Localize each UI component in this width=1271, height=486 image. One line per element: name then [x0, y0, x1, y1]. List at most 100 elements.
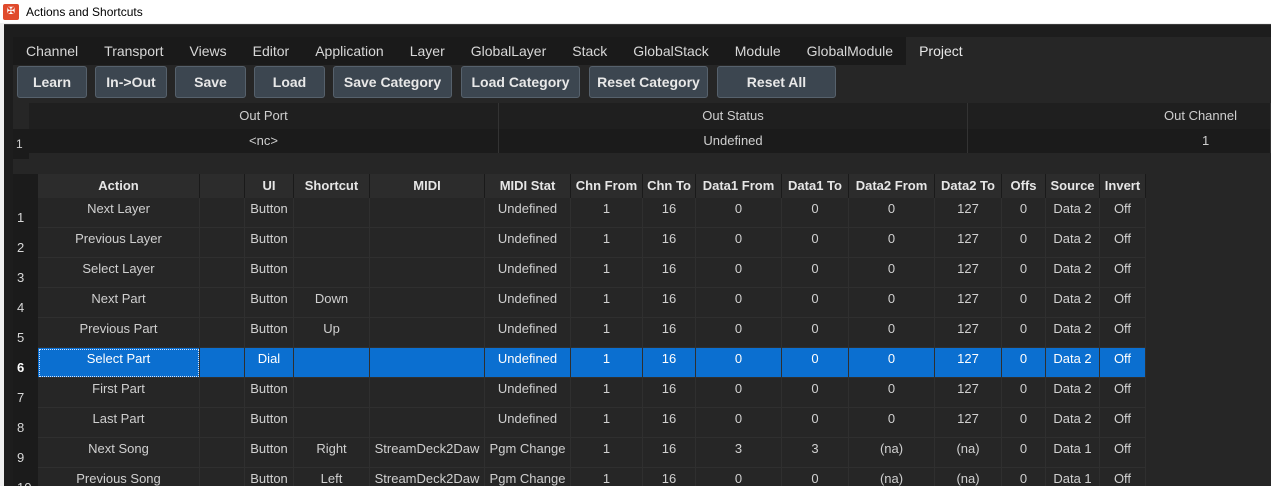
- cell-d1-to[interactable]: 0: [782, 318, 849, 348]
- cell-source[interactable]: Data 2: [1046, 228, 1100, 258]
- cell-action[interactable]: Select Layer: [38, 258, 200, 288]
- tab-globalmodule[interactable]: GlobalModule: [793, 37, 907, 65]
- table-row[interactable]: 6 Select Part Dial Undefined 1 16 0 0 0 127 0 Data …: [13, 348, 1146, 378]
- cell-d1-from[interactable]: 0: [696, 228, 782, 258]
- cell-source[interactable]: Data 2: [1046, 288, 1100, 318]
- reset-category-button[interactable]: Reset Category: [589, 66, 708, 98]
- out-status-cell[interactable]: Undefined: [499, 129, 968, 153]
- cell-midi[interactable]: [370, 378, 485, 408]
- cell-blank[interactable]: [200, 198, 245, 228]
- cell-d2-to[interactable]: 127: [935, 378, 1002, 408]
- cell-d2-to[interactable]: 127: [935, 348, 1002, 378]
- cell-invert[interactable]: Off: [1100, 198, 1146, 228]
- cell-shortcut[interactable]: [294, 348, 370, 378]
- cell-d1-to[interactable]: 0: [782, 258, 849, 288]
- learn-button[interactable]: Learn: [17, 66, 87, 98]
- cell-d2-to[interactable]: 127: [935, 318, 1002, 348]
- cell-chn-to[interactable]: 16: [643, 408, 696, 438]
- table-row[interactable]: 3 Select Layer Button Undefined 1 16 0 0 0 127 0 Da…: [13, 258, 1146, 288]
- cell-d2-to[interactable]: 127: [935, 228, 1002, 258]
- cell-d2-to[interactable]: 127: [935, 258, 1002, 288]
- cell-d2-to[interactable]: 127: [935, 288, 1002, 318]
- cell-chn-to[interactable]: 16: [643, 348, 696, 378]
- out-channel-header[interactable]: Out Channel: [968, 103, 1271, 129]
- cell-chn-to[interactable]: 16: [643, 468, 696, 486]
- cell-chn-from[interactable]: 1: [571, 318, 643, 348]
- reset-all-button[interactable]: Reset All: [717, 66, 836, 98]
- cell-action[interactable]: Previous Layer: [38, 228, 200, 258]
- column-header-action[interactable]: Action: [38, 174, 200, 198]
- cell-action[interactable]: Previous Part: [38, 318, 200, 348]
- cell-midi-stat[interactable]: Pgm Change: [485, 438, 571, 468]
- cell-d1-from[interactable]: 0: [696, 348, 782, 378]
- cell-offs[interactable]: 0: [1002, 318, 1046, 348]
- cell-d1-to[interactable]: 3: [782, 438, 849, 468]
- cell-ui[interactable]: Button: [245, 468, 294, 486]
- cell-d2-to[interactable]: 127: [935, 198, 1002, 228]
- cell-d2-from[interactable]: (na): [849, 468, 935, 486]
- cell-chn-from[interactable]: 1: [571, 408, 643, 438]
- cell-d2-from[interactable]: (na): [849, 438, 935, 468]
- cell-source[interactable]: Data 1: [1046, 468, 1100, 486]
- cell-midi[interactable]: [370, 198, 485, 228]
- cell-d1-to[interactable]: 0: [782, 228, 849, 258]
- cell-chn-to[interactable]: 16: [643, 318, 696, 348]
- cell-midi-stat[interactable]: Pgm Change: [485, 468, 571, 486]
- tab-stack[interactable]: Stack: [559, 37, 621, 65]
- cell-d1-to[interactable]: 0: [782, 408, 849, 438]
- table-row[interactable]: 9 Next Song Button Right StreamDeck2Daw Pgm C…: [13, 438, 1146, 468]
- cell-shortcut[interactable]: [294, 228, 370, 258]
- cell-d2-from[interactable]: 0: [849, 348, 935, 378]
- cell-d1-to[interactable]: 0: [782, 468, 849, 486]
- cell-midi-stat[interactable]: Undefined: [485, 318, 571, 348]
- cell-shortcut[interactable]: [294, 378, 370, 408]
- cell-midi[interactable]: [370, 288, 485, 318]
- cell-chn-from[interactable]: 1: [571, 288, 643, 318]
- tab-views[interactable]: Views: [176, 37, 240, 65]
- cell-d1-from[interactable]: 3: [696, 438, 782, 468]
- column-header-d2-to[interactable]: Data2 To: [935, 174, 1002, 198]
- cell-invert[interactable]: Off: [1100, 318, 1146, 348]
- column-header-d1-from[interactable]: Data1 From: [696, 174, 782, 198]
- column-header-source[interactable]: Source: [1046, 174, 1100, 198]
- cell-d1-to[interactable]: 0: [782, 198, 849, 228]
- cell-blank[interactable]: [200, 258, 245, 288]
- cell-blank[interactable]: [200, 408, 245, 438]
- out-port-cell[interactable]: <nc>: [29, 129, 499, 153]
- cell-blank[interactable]: [200, 378, 245, 408]
- cell-chn-from[interactable]: 1: [571, 468, 643, 486]
- cell-midi[interactable]: [370, 258, 485, 288]
- cell-source[interactable]: Data 2: [1046, 198, 1100, 228]
- table-row[interactable]: 4 Next Part Button Down Undefined 1 16 0 0 0 127 0 D…: [13, 288, 1146, 318]
- cell-d1-to[interactable]: 0: [782, 348, 849, 378]
- cell-invert[interactable]: Off: [1100, 258, 1146, 288]
- cell-chn-to[interactable]: 16: [643, 198, 696, 228]
- cell-offs[interactable]: 0: [1002, 378, 1046, 408]
- column-header-invert[interactable]: Invert: [1100, 174, 1146, 198]
- cell-shortcut[interactable]: Down: [294, 288, 370, 318]
- cell-d2-from[interactable]: 0: [849, 378, 935, 408]
- cell-midi[interactable]: [370, 408, 485, 438]
- table-row[interactable]: 10Previous SongButtonLeftStreamDeck2DawP…: [13, 468, 1146, 486]
- cell-ui[interactable]: Button: [245, 198, 294, 228]
- cell-chn-from[interactable]: 1: [571, 258, 643, 288]
- cell-d1-to[interactable]: 0: [782, 378, 849, 408]
- column-header-shortcut[interactable]: Shortcut: [294, 174, 370, 198]
- out-status-header[interactable]: Out Status: [499, 103, 968, 129]
- cell-midi-stat[interactable]: Undefined: [485, 228, 571, 258]
- cell-ui[interactable]: Button: [245, 228, 294, 258]
- cell-chn-to[interactable]: 16: [643, 258, 696, 288]
- cell-offs[interactable]: 0: [1002, 348, 1046, 378]
- cell-d2-to[interactable]: (na): [935, 438, 1002, 468]
- cell-ui[interactable]: Button: [245, 258, 294, 288]
- cell-blank[interactable]: [200, 468, 245, 486]
- cell-d2-from[interactable]: 0: [849, 198, 935, 228]
- cell-offs[interactable]: 0: [1002, 408, 1046, 438]
- cell-action[interactable]: Last Part: [38, 408, 200, 438]
- tab-application[interactable]: Application: [302, 37, 397, 65]
- tab-transport[interactable]: Transport: [91, 37, 177, 65]
- column-header-midi-stat[interactable]: MIDI Stat: [485, 174, 571, 198]
- column-header-d2-from[interactable]: Data2 From: [849, 174, 935, 198]
- out-channel-cell[interactable]: 1: [968, 129, 1271, 153]
- save-category-button[interactable]: Save Category: [333, 66, 452, 98]
